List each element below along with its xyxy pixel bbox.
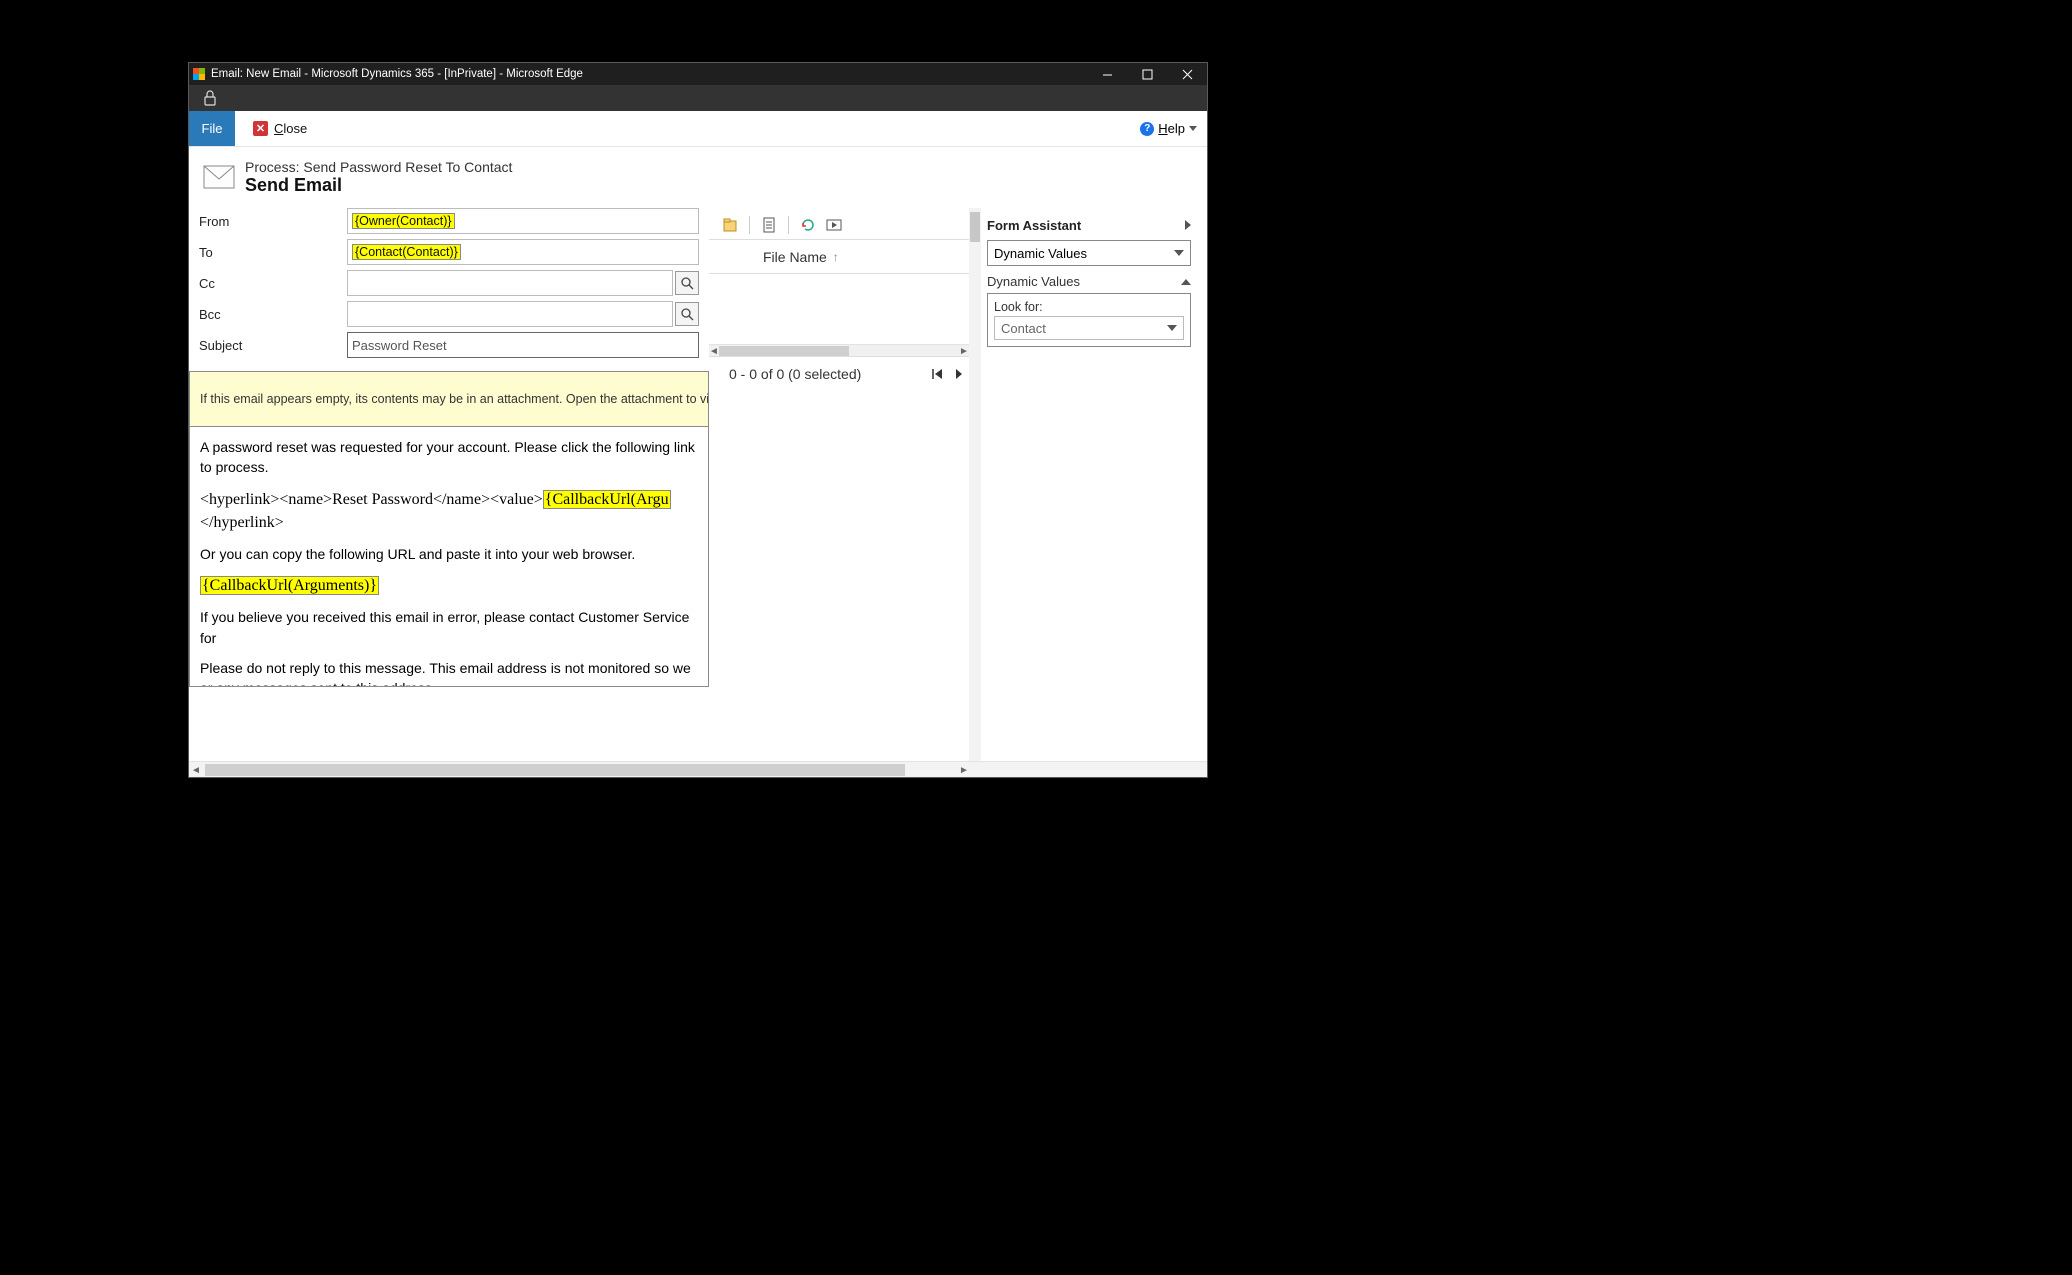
dynamics-logo-icon	[193, 68, 205, 80]
attachments-column-header[interactable]: File Name ↑	[709, 240, 969, 274]
cc-lookup-button[interactable]	[675, 271, 699, 295]
scroll-right-icon: ►	[957, 762, 971, 778]
attachments-footer: 0 - 0 of 0 (0 selected)	[709, 356, 969, 390]
dynamic-values-box: Look for: Contact	[987, 293, 1191, 347]
body-hyperlink-line: <hyperlink><name>Reset Password</name><v…	[200, 488, 698, 534]
chevron-right-icon	[1185, 220, 1191, 230]
command-bar: File ✕ Close ? Help	[189, 111, 1207, 147]
from-label: From	[199, 214, 347, 229]
body-url-line: {CallbackUrl(Arguments)}	[200, 574, 698, 597]
look-for-value: Contact	[1001, 321, 1046, 336]
horizontal-scrollbar[interactable]: ◄ ►	[189, 761, 1207, 777]
close-button-label: Close	[274, 121, 307, 136]
scroll-thumb[interactable]	[970, 212, 980, 242]
chevron-down-icon	[1167, 325, 1177, 331]
to-token: {Contact(Contact)}	[352, 244, 461, 260]
cc-field[interactable]	[347, 270, 673, 296]
body-paragraph: Or you can copy the following URL and pa…	[200, 544, 698, 564]
attachments-horizontal-scrollbar[interactable]: ◄ ►	[709, 344, 969, 356]
subject-value: Password Reset	[352, 338, 447, 353]
chevron-down-icon	[1174, 250, 1184, 256]
bcc-field[interactable]	[347, 301, 673, 327]
file-menu-button[interactable]: File	[189, 111, 235, 146]
from-token: {Owner(Contact)}	[352, 213, 455, 229]
new-attachment-button[interactable]	[717, 212, 743, 238]
form-assistant-title: Form Assistant	[987, 218, 1081, 233]
attachment-action-1-button[interactable]	[756, 212, 782, 238]
dynamic-values-section-header[interactable]: Dynamic Values	[987, 274, 1191, 289]
help-icon: ?	[1140, 122, 1154, 136]
attachment-refresh-button[interactable]	[795, 212, 821, 238]
form-header: Process: Send Password Reset To Contact …	[189, 147, 1207, 208]
titlebar: Email: New Email - Microsoft Dynamics 36…	[189, 63, 1207, 85]
page-title: Send Email	[245, 175, 512, 196]
first-page-button[interactable]	[931, 357, 943, 390]
notice-text: If this email appears empty, its content…	[200, 392, 709, 406]
window-title: Email: New Email - Microsoft Dynamics 36…	[211, 68, 583, 80]
callback-url-token: {CallbackUrl(Argu	[543, 490, 671, 509]
close-icon: ✕	[253, 121, 268, 136]
form-assistant-panel: Form Assistant Dynamic Values Dynamic Va…	[981, 208, 1197, 761]
minimize-button[interactable]	[1087, 63, 1127, 85]
body-paragraph: Please do not reply to this message. Thi…	[200, 658, 698, 687]
process-name: Process: Send Password Reset To Contact	[245, 159, 512, 175]
attachment-play-button[interactable]	[821, 212, 847, 238]
to-field[interactable]: {Contact(Contact)}	[347, 239, 699, 265]
cc-label: Cc	[199, 276, 347, 291]
to-label: To	[199, 245, 347, 260]
attachments-panel: File Name ↑ ◄ ► 0 - 0 of 0 (0 selected)	[709, 210, 969, 761]
from-field[interactable]: {Owner(Contact)}	[347, 208, 699, 234]
form-assistant-header[interactable]: Form Assistant	[987, 212, 1191, 238]
subject-field[interactable]: Password Reset	[347, 332, 699, 358]
attachments-list	[709, 274, 969, 344]
scroll-left-icon: ◄	[189, 762, 203, 778]
attachments-toolbar	[709, 210, 969, 240]
close-window-button[interactable]	[1167, 63, 1207, 85]
assistant-mode-select[interactable]: Dynamic Values	[987, 240, 1191, 266]
assistant-mode-value: Dynamic Values	[994, 246, 1087, 261]
email-icon	[203, 165, 235, 189]
subject-label: Subject	[199, 338, 347, 353]
section-title: Dynamic Values	[987, 274, 1080, 289]
file-name-header-label: File Name	[763, 249, 827, 265]
bcc-label: Bcc	[199, 307, 347, 322]
lookup-icon	[680, 307, 694, 321]
help-menu-button[interactable]: ? Help	[1140, 111, 1197, 146]
scroll-thumb[interactable]	[719, 346, 849, 356]
email-form: From {Owner(Contact)} To {Contact(Contac…	[189, 208, 709, 761]
chevron-down-icon	[1189, 126, 1197, 131]
app-window: Email: New Email - Microsoft Dynamics 36…	[188, 62, 1208, 778]
file-button-label: File	[202, 121, 223, 136]
email-body-editor[interactable]: A password reset was requested for your …	[189, 427, 709, 687]
body-paragraph: If you believe you received this email i…	[200, 607, 698, 648]
callback-url-token: {CallbackUrl(Arguments)}	[200, 576, 379, 595]
help-button-label: Help	[1158, 121, 1185, 136]
close-form-button[interactable]: ✕ Close	[253, 121, 307, 136]
next-page-button[interactable]	[955, 357, 963, 390]
maximize-button[interactable]	[1127, 63, 1167, 85]
lookup-icon	[680, 276, 694, 290]
look-for-select[interactable]: Contact	[994, 316, 1184, 340]
chevron-up-icon	[1181, 279, 1191, 285]
attachment-notice: If this email appears empty, its content…	[189, 371, 709, 427]
attachments-count-label: 0 - 0 of 0 (0 selected)	[729, 366, 861, 382]
bcc-lookup-button[interactable]	[675, 302, 699, 326]
vertical-scrollbar[interactable]	[969, 208, 981, 761]
look-for-label: Look for:	[994, 300, 1184, 314]
body-paragraph: A password reset was requested for your …	[200, 437, 698, 478]
sort-ascending-icon: ↑	[833, 250, 839, 264]
scroll-thumb[interactable]	[205, 764, 905, 776]
lock-icon	[203, 90, 217, 106]
security-bar	[189, 85, 1207, 111]
